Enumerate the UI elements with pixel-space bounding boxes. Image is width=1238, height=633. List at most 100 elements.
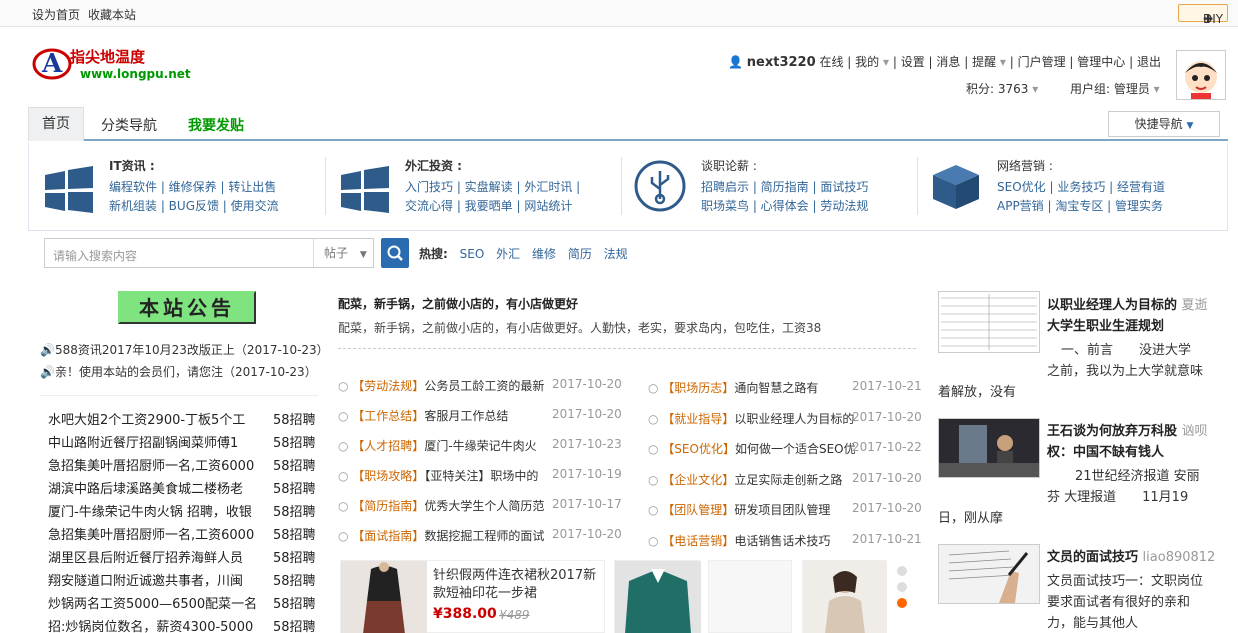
list-item[interactable]: 水吧大姐2个工资2900-丁板5个工 58招聘 [48,409,328,431]
news-category[interactable]: 【就业指导】 [662,412,734,426]
admin-link[interactable]: 管理中心 [1077,55,1125,69]
news-category[interactable]: 【人才招聘】 [352,439,424,453]
list-item[interactable]: 急招集美叶厝招厨师一名,工资6000 58招聘 [48,455,328,477]
news-item[interactable]: ○ 【就业指导】以职业经理人为目标的 2017-10-20 [648,410,932,427]
points-menu[interactable]: 积分: 3763 ▾ [966,80,1038,97]
news-title[interactable]: 数据挖掘工程师的面试 [424,529,544,543]
logout-link[interactable]: 退出 [1137,55,1161,69]
search-button[interactable] [381,238,409,268]
messages-link[interactable]: 消息 [936,55,960,69]
hot-keyword[interactable]: 简历 [568,247,592,261]
username-link[interactable]: next3220 [747,55,816,70]
product-card[interactable]: 针织假两件连衣裙秋2017新款短袖印花一步裙 ¥388.00 ¥489 [340,560,605,633]
news-category[interactable]: 【面试指南】 [352,529,424,543]
news-category[interactable]: 【SEO优化】 [662,442,735,456]
hot-keyword[interactable]: 法规 [604,247,628,261]
news-title[interactable]: 电话销售话术技巧 [734,534,830,548]
search-scope-select[interactable]: 帖子 ▼ [313,239,373,267]
article-thumb[interactable] [938,544,1040,604]
carousel-dot[interactable] [897,582,907,592]
diy-button[interactable]: ✚ DIY [1178,4,1228,26]
hot-keyword[interactable]: SEO [460,247,485,261]
category-links[interactable]: SEO优化 | 业务技巧 | 经营有道 [997,178,1165,195]
nav-category[interactable]: 分类导航 [101,115,157,135]
article-thumb[interactable] [938,291,1040,353]
news-category[interactable]: 【团队管理】 [662,503,734,517]
list-item[interactable]: 湖里区县后附近餐厅招养海鲜人员 58招聘 [48,547,328,569]
list-item[interactable]: 急招集美叶厝招厨师一名,工资6000 58招聘 [48,524,328,546]
mine-menu[interactable]: 我的 [855,55,879,69]
news-title[interactable]: 厦门-牛缘荣记牛肉火 [424,439,536,453]
hot-keyword[interactable]: 维修 [532,247,556,261]
product-thumb[interactable] [614,560,701,633]
list-item[interactable]: 中山路附近餐厅招副锅闽菜师傅1 58招聘 [48,432,328,454]
news-item[interactable]: ○ 【面试指南】数据挖掘工程师的面试 2017-10-20 [338,527,632,544]
favorite-link[interactable]: 收藏本站 [88,6,136,23]
news-item[interactable]: ○ 【职场历志】通向智慧之路有 2017-10-21 [648,379,932,396]
search-input[interactable]: 请输入搜索内容 [53,247,137,264]
news-item[interactable]: ○ 【工作总结】客服月工作总结 2017-10-20 [338,407,632,424]
article-title-cont[interactable]: 大学生职业生涯规划 [1047,315,1164,334]
site-logo[interactable]: A 指尖地温度 www.longpu.net [32,40,191,86]
settings-link[interactable]: 设置 [901,55,925,69]
news-title[interactable]: 客服月工作总结 [424,409,508,423]
category-links[interactable]: 入门技巧 | 实盘解读 | 外汇时讯 | [405,178,580,195]
carousel-dot[interactable] [897,566,907,576]
notice-item[interactable]: 🔊588资讯2017年10月23改版正上（2017-10-23） [40,341,329,358]
category-links[interactable]: 招聘启示 | 简历指南 | 面试技巧 [701,178,868,195]
news-category[interactable]: 【劳动法规】 [352,379,424,393]
news-item[interactable]: ○ 【简历指南】优秀大学生个人简历范 2017-10-17 [338,497,632,514]
set-home-link[interactable]: 设为首页 [32,6,80,23]
category-links[interactable]: 新机组装 | BUG反馈 | 使用交流 [109,197,279,214]
category-links[interactable]: 编程软件 | 维修保养 | 转让出售 [109,178,276,195]
article-text: 21世纪经济报道 安丽 [1075,469,1200,484]
article-thumb[interactable] [938,418,1040,478]
portal-link[interactable]: 门户管理 [1018,55,1066,69]
news-category[interactable]: 【电话营销】 [662,534,734,548]
group-menu[interactable]: 用户组: 管理员 ▾ [1070,80,1160,97]
news-category[interactable]: 【工作总结】 [352,409,424,423]
product-thumb[interactable] [802,560,887,633]
news-category[interactable]: 【职场攻略】 [352,469,424,483]
carousel-dot-active[interactable] [897,598,907,608]
hot-keyword[interactable]: 外汇 [496,247,520,261]
feature-title[interactable]: 配菜，新手锅，之前做小店的，有小店做更好 [338,295,578,312]
news-title[interactable]: 优秀大学生个人简历范 [424,499,544,513]
list-item[interactable]: 湖滨中路后埭溪路美食城二楼杨老 58招聘 [48,478,328,500]
notice-item[interactable]: 🔊亲！使用本站的会员们，请您注（2017-10-23） [40,363,317,380]
news-category[interactable]: 【职场历志】 [662,381,734,395]
remind-menu[interactable]: 提醒 [972,55,996,69]
news-title[interactable]: 研发项目团队管理 [734,503,830,517]
news-item[interactable]: ○ 【团队管理】研发项目团队管理 2017-10-20 [648,501,932,518]
news-category[interactable]: 【简历指南】 [352,499,424,513]
article-title[interactable]: 文员的面试技巧 liao890812 [1047,546,1215,565]
news-item[interactable]: ○ 【企业文化】立足实际走创新之路 2017-10-20 [648,471,932,488]
category-links[interactable]: 职场菜鸟 | 心得体会 | 劳动法规 [701,197,868,214]
quick-nav-button[interactable]: 快捷导航 ▼ [1108,111,1220,137]
article-title-cont[interactable]: 权：中国不缺有钱人 [1047,441,1164,460]
list-item[interactable]: 翔安隧道口附近诚邀共事者，川闽 58招聘 [48,570,328,592]
news-title[interactable]: 立足实际走创新之路 [734,473,842,487]
list-item[interactable]: 炒锅两名工资5000—6500配菜一名 58招聘 [48,593,328,615]
list-item[interactable]: 厦门-牛缘荣记牛肉火锅 招聘，收银 58招聘 [48,501,328,523]
avatar[interactable] [1176,50,1226,100]
news-item[interactable]: ○ 【劳动法规】公务员工龄工资的最新 2017-10-20 [338,377,632,394]
news-title[interactable]: 通向智慧之路有 [734,381,818,395]
news-category[interactable]: 【企业文化】 [662,473,734,487]
category-links[interactable]: APP营销 | 淘宝专区 | 管理实务 [997,197,1163,214]
nav-home[interactable]: 首页 [28,107,84,141]
nav-post[interactable]: 我要发贴 [188,115,244,135]
news-title[interactable]: 【亚特关注】职场中的 [424,469,538,483]
news-title[interactable]: 公务员工龄工资的最新 [424,379,544,393]
article-title[interactable]: 以职业经理人为目标的 夏逝 [1047,294,1208,313]
news-item[interactable]: ○ 【职场攻略】【亚特关注】职场中的 2017-10-19 [338,467,632,484]
news-item[interactable]: ○ 【SEO优化】如何做一个适合SEO优 2017-10-22 [648,440,932,457]
list-item[interactable]: 招:炒锅岗位数名，薪资4300-5000 58招聘 [48,616,328,633]
news-item[interactable]: ○ 【电话营销】电话销售话术技巧 2017-10-21 [648,532,932,549]
news-title[interactable]: 以职业经理人为目标的 [734,412,854,426]
news-title[interactable]: 如何做一个适合SEO优 [735,442,856,456]
article-title[interactable]: 王石谈为何放弃万科股 讻呗 [1047,420,1208,439]
product-thumb[interactable] [708,560,792,633]
news-item[interactable]: ○ 【人才招聘】厦门-牛缘荣记牛肉火 2017-10-23 [338,437,632,454]
category-links[interactable]: 交流心得 | 我要晒单 | 网站统计 [405,197,572,214]
